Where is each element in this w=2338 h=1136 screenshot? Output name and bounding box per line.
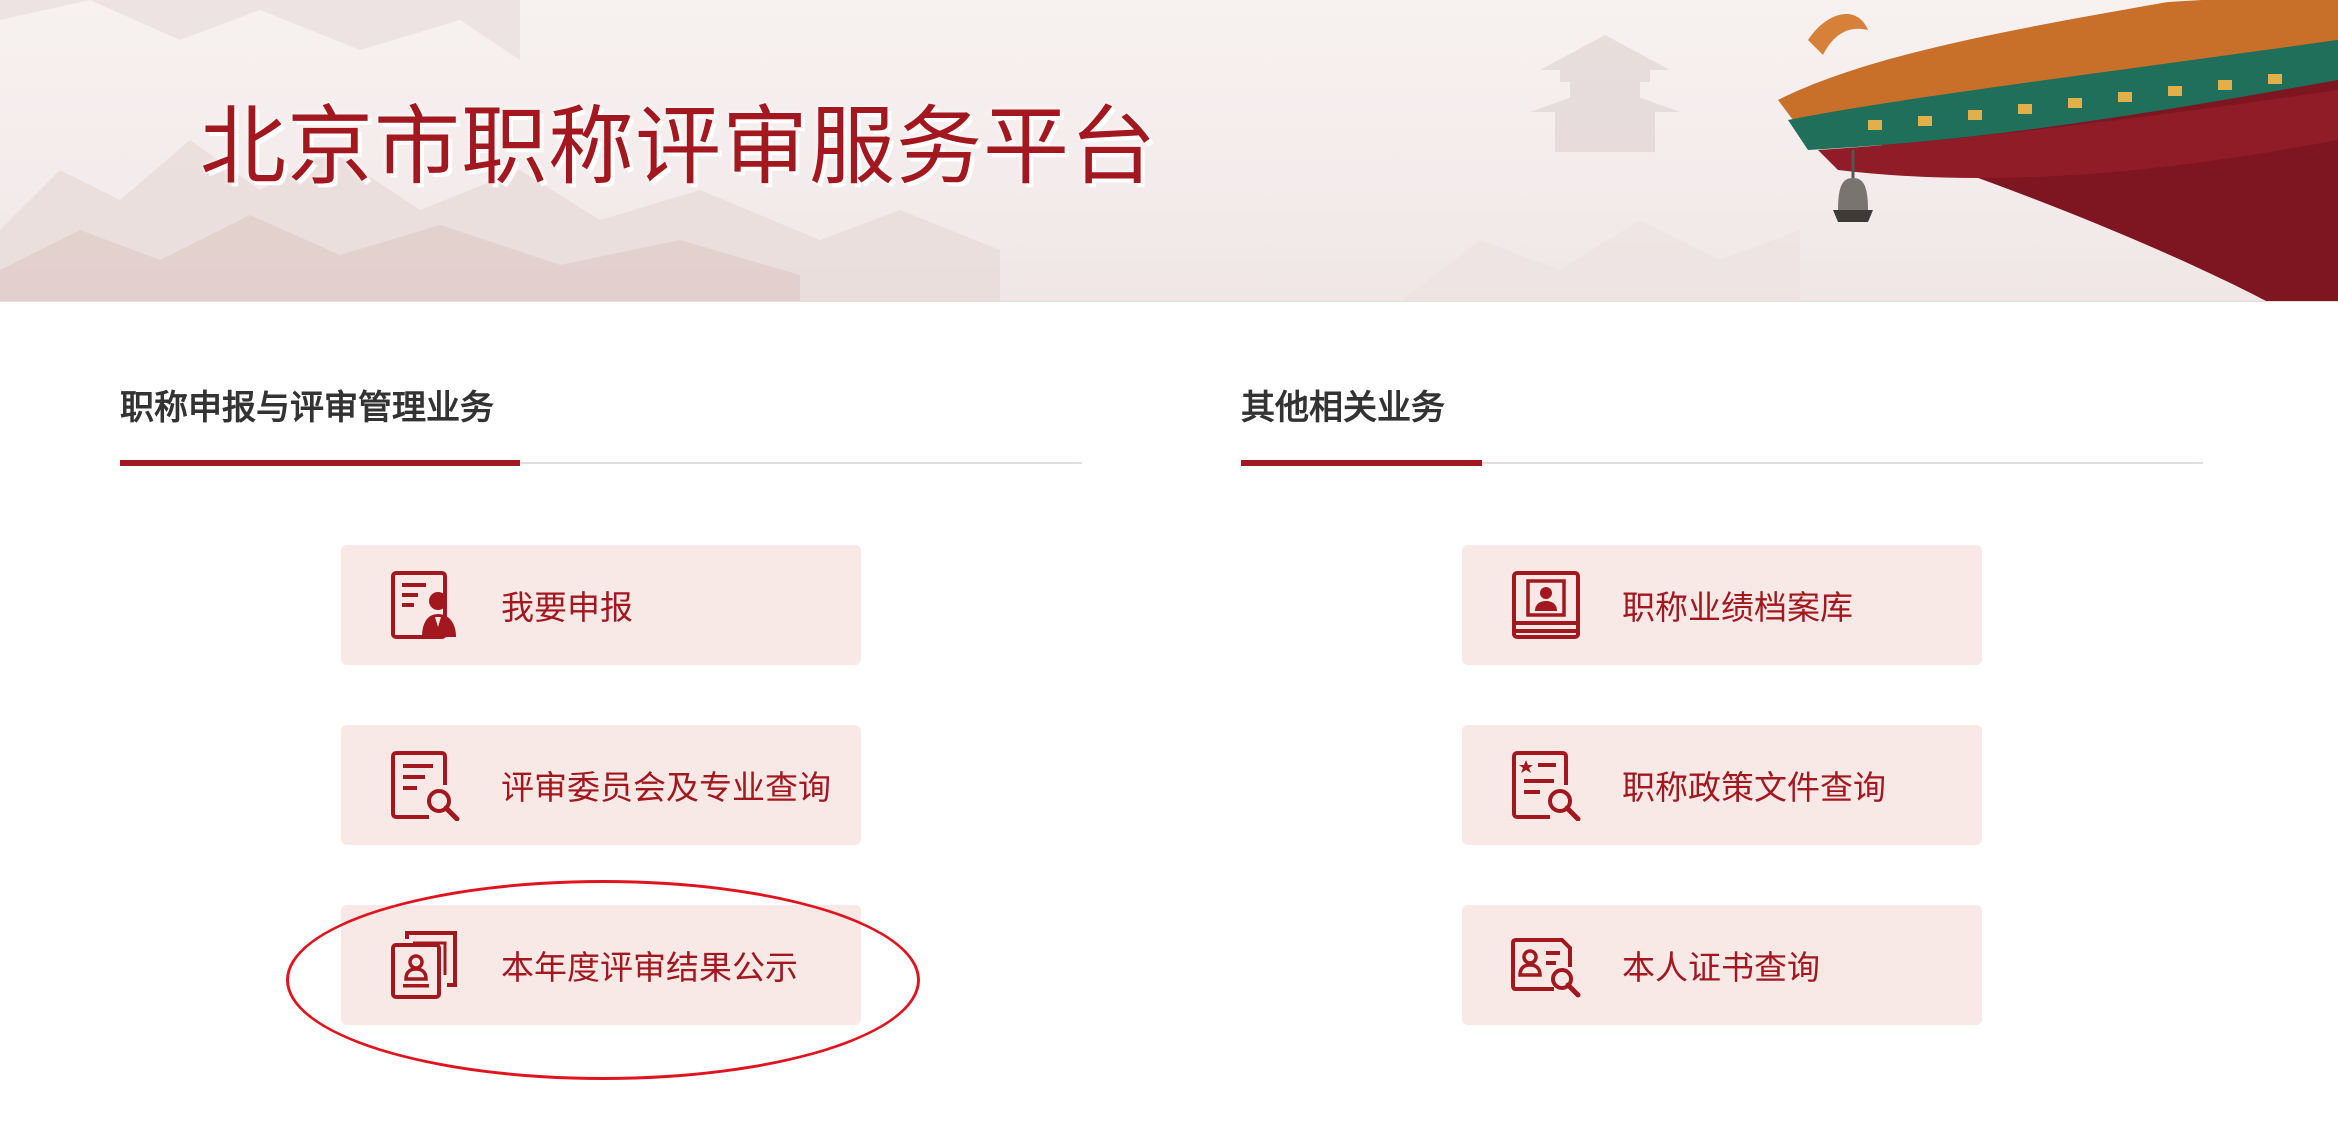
button-label: 本人证书查询 (1622, 948, 1820, 987)
button-label: 本年度评审结果公示 (501, 948, 798, 987)
header-banner: 北京市职称评审服务平台 (0, 0, 2338, 302)
section-title: 其他相关业务 (1241, 388, 1445, 428)
profile-archive-icon (1512, 571, 1580, 639)
annual-results-button[interactable]: 本年度评审结果公示 (341, 905, 861, 1025)
button-label: 评审委员会及专业查询 (501, 768, 831, 807)
temple-eave-image (1778, 0, 2338, 301)
apply-button[interactable]: 我要申报 (341, 545, 861, 665)
button-label: 我要申报 (501, 588, 633, 627)
certificate-query-button[interactable]: 本人证书查询 (1462, 905, 1982, 1025)
section-divider-accent (120, 460, 520, 466)
policy-query-button[interactable]: 职称政策文件查询 (1462, 725, 1982, 845)
result-publicity-icon (391, 931, 457, 999)
section-title: 职称申报与评审管理业务 (120, 388, 494, 428)
document-search-icon (391, 751, 460, 821)
button-label: 职称政策文件查询 (1622, 768, 1886, 807)
button-label: 职称业绩档案库 (1622, 588, 1853, 627)
performance-archive-button[interactable]: 职称业绩档案库 (1462, 545, 1982, 665)
policy-search-icon (1512, 751, 1581, 821)
applicant-form-icon (391, 571, 456, 639)
site-title: 北京市职称评审服务平台 (200, 97, 1157, 197)
committee-query-button[interactable]: 评审委员会及专业查询 (341, 725, 861, 845)
section-divider-accent (1241, 460, 1482, 466)
certificate-search-icon (1511, 938, 1581, 998)
